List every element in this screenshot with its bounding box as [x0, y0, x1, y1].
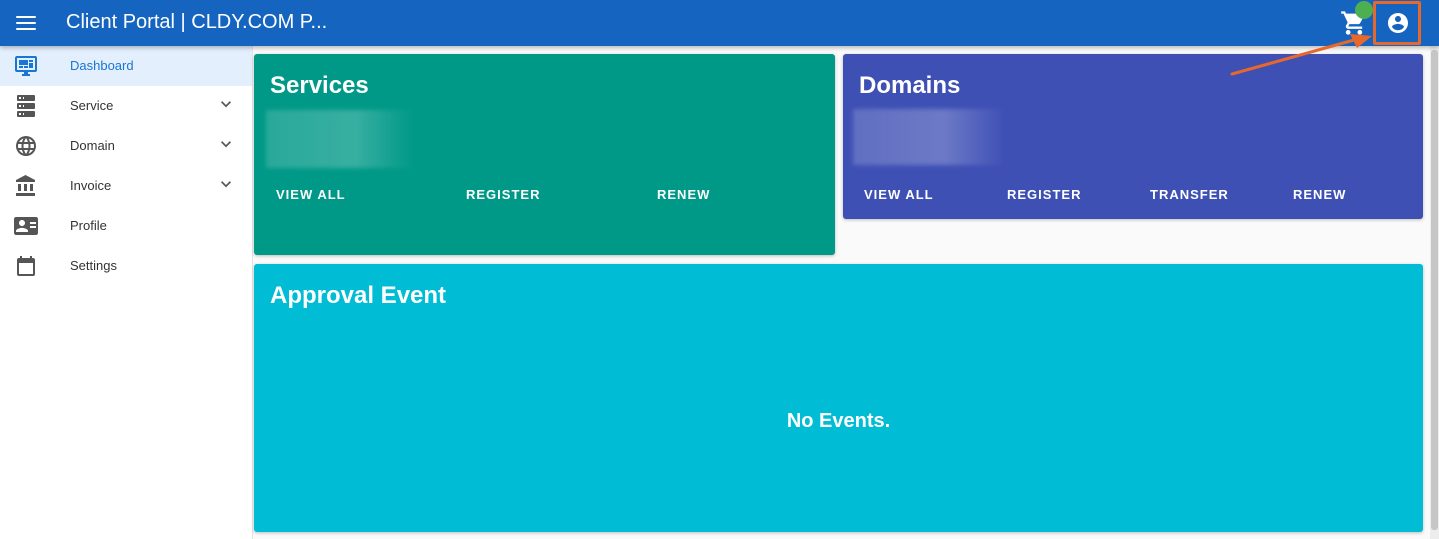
- sidebar-item-service[interactable]: Service: [0, 86, 252, 126]
- sidebar-item-label: Profile: [70, 218, 107, 233]
- domains-count-redacted: [853, 109, 1005, 165]
- globe-icon: [16, 136, 36, 156]
- approval-event-card: Approval Event No Events.: [254, 264, 1423, 532]
- scrollbar-thumb[interactable]: [1431, 50, 1438, 530]
- sidebar-item-settings[interactable]: Settings: [0, 246, 252, 286]
- id-card-icon: [14, 217, 38, 235]
- domains-renew-button[interactable]: RENEW: [1293, 187, 1346, 202]
- account-circle-icon: [1388, 13, 1408, 33]
- no-events-message: No Events.: [786, 410, 891, 432]
- domains-transfer-button[interactable]: TRANSFER: [1150, 187, 1229, 202]
- sidebar-item-profile[interactable]: Profile: [0, 206, 252, 246]
- sidebar-item-label: Settings: [70, 258, 117, 273]
- sidebar-item-dashboard[interactable]: Dashboard: [0, 46, 252, 86]
- monitor-dashboard-icon: [15, 56, 37, 76]
- sidebar-item-label: Service: [70, 98, 114, 113]
- sidebar-item-domain[interactable]: Domain: [0, 126, 252, 166]
- services-register-button[interactable]: REGISTER: [466, 187, 540, 202]
- sidebar-item-invoice[interactable]: Invoice: [0, 166, 252, 206]
- chevron-down-icon[interactable]: [216, 94, 236, 114]
- app-bar: Client Portal | CLDY.COM P...: [0, 0, 1439, 46]
- account-button[interactable]: [1373, 1, 1421, 45]
- sidebar: Dashboard Service Domain Invoice Profile…: [0, 46, 253, 539]
- app-title: Client Portal | CLDY.COM P...: [66, 11, 328, 33]
- services-count-redacted: [266, 110, 414, 168]
- sidebar-item-label: Domain: [70, 138, 115, 153]
- chevron-down-icon[interactable]: [216, 134, 236, 154]
- sidebar-item-label: Invoice: [70, 178, 112, 193]
- hamburger-menu-icon[interactable]: [14, 11, 38, 35]
- domains-card-title: Domains: [859, 72, 961, 99]
- services-renew-button[interactable]: RENEW: [657, 187, 710, 202]
- server-icon: [17, 95, 35, 117]
- bank-icon: [16, 175, 35, 196]
- sidebar-item-label: Dashboard: [70, 58, 134, 73]
- domains-register-button[interactable]: REGISTER: [1007, 187, 1081, 202]
- chevron-down-icon[interactable]: [216, 174, 236, 194]
- approval-event-title: Approval Event: [270, 282, 447, 309]
- domains-view-all-button[interactable]: VIEW ALL: [864, 187, 934, 202]
- services-card: Services VIEW ALL REGISTER RENEW: [254, 54, 835, 255]
- cart-badge: [1355, 1, 1373, 19]
- services-view-all-button[interactable]: VIEW ALL: [276, 187, 346, 202]
- services-card-title: Services: [270, 72, 369, 99]
- domains-card: Domains VIEW ALL REGISTER TRANSFER RENEW: [843, 54, 1423, 219]
- calendar-icon: [17, 256, 35, 276]
